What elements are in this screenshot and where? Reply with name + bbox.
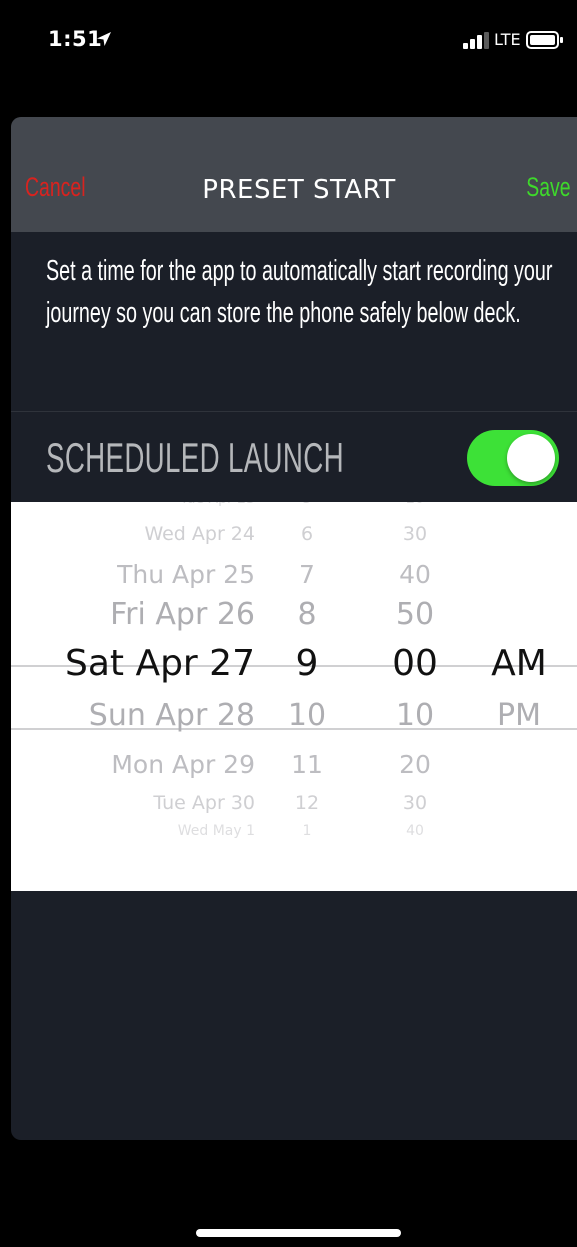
date-option[interactable]: Wed May 1 bbox=[31, 824, 255, 838]
minute-wheel[interactable]: 20 30 40 50 00 10 20 30 40 bbox=[375, 502, 455, 891]
minute-option[interactable]: 30 bbox=[375, 524, 455, 544]
minute-option[interactable]: 50 bbox=[375, 600, 455, 630]
battery-icon bbox=[526, 31, 563, 49]
toggle-knob bbox=[507, 434, 555, 482]
scheduled-launch-toggle[interactable] bbox=[467, 430, 559, 486]
date-option[interactable]: Thu Apr 25 bbox=[31, 562, 255, 587]
hour-option[interactable]: 6 bbox=[279, 524, 335, 544]
date-option[interactable]: Mon Apr 29 bbox=[31, 752, 255, 777]
minute-option[interactable]: 40 bbox=[375, 824, 455, 838]
hour-option[interactable]: 5 bbox=[279, 502, 335, 506]
signal-bars-icon bbox=[463, 32, 489, 49]
date-option[interactable]: Fri Apr 26 bbox=[31, 600, 255, 630]
period-option[interactable]: PM bbox=[477, 701, 561, 731]
minute-option[interactable]: 10 bbox=[375, 701, 455, 731]
save-button[interactable]: Save bbox=[527, 172, 571, 203]
hour-wheel[interactable]: 5 6 7 8 9 10 11 12 1 bbox=[279, 502, 335, 891]
minute-option[interactable]: 20 bbox=[375, 752, 455, 777]
scheduled-launch-label: SCHEDULED LAUNCH bbox=[46, 434, 344, 481]
date-time-picker: Tue Apr 23 Wed Apr 24 Thu Apr 25 Fri Apr 26… bbox=[11, 502, 577, 891]
date-option[interactable]: Sun Apr 28 bbox=[31, 701, 255, 731]
date-wheel[interactable]: Tue Apr 23 Wed Apr 24 Thu Apr 25 Fri Apr 26… bbox=[31, 502, 255, 891]
minute-option[interactable]: 30 bbox=[375, 793, 455, 813]
date-option[interactable]: Wed Apr 24 bbox=[31, 524, 255, 544]
date-option[interactable]: Tue Apr 23 bbox=[31, 502, 255, 506]
hour-selected[interactable]: 9 bbox=[279, 646, 335, 682]
hour-option[interactable]: 8 bbox=[279, 600, 335, 630]
minute-option[interactable]: 40 bbox=[375, 562, 455, 587]
hour-option[interactable]: 12 bbox=[279, 793, 335, 813]
nav-bar: Cancel PRESET START Save bbox=[11, 117, 577, 232]
home-indicator[interactable] bbox=[196, 1229, 401, 1237]
minute-selected[interactable]: 00 bbox=[375, 646, 455, 682]
minute-option[interactable]: 20 bbox=[375, 502, 455, 506]
hour-option[interactable]: 10 bbox=[279, 701, 335, 731]
date-option[interactable]: Tue Apr 30 bbox=[31, 793, 255, 813]
description-text: Set a time for the app to automatically … bbox=[46, 255, 553, 329]
scheduled-launch-row: SCHEDULED LAUNCH bbox=[11, 412, 577, 502]
hour-option[interactable]: 11 bbox=[279, 752, 335, 777]
hour-option[interactable]: 7 bbox=[279, 562, 335, 587]
period-selected[interactable]: AM bbox=[477, 646, 561, 682]
period-wheel[interactable]: AM PM bbox=[477, 502, 561, 891]
network-type: LTE bbox=[494, 30, 521, 49]
status-bar: 1:51 LTE bbox=[0, 0, 577, 80]
page-title: PRESET START bbox=[202, 175, 396, 205]
hour-option[interactable]: 1 bbox=[279, 824, 335, 838]
location-arrow-icon bbox=[97, 32, 111, 46]
date-selected[interactable]: Sat Apr 27 bbox=[31, 646, 255, 682]
preset-start-sheet: Cancel PRESET START Save Set a time for … bbox=[11, 117, 577, 1140]
